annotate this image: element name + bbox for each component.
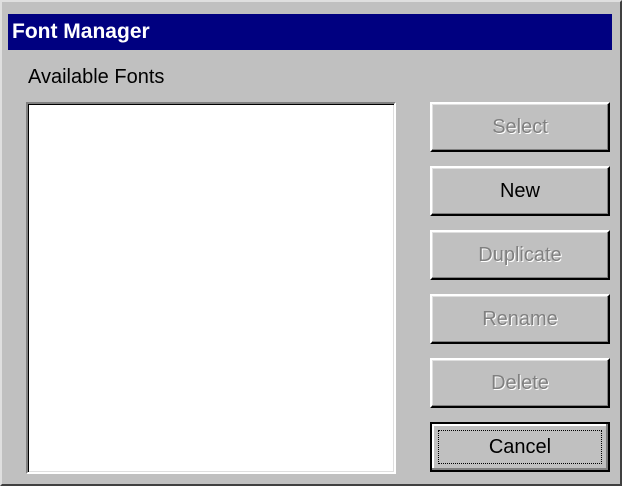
cancel-button[interactable]: Cancel [430,422,610,472]
new-button[interactable]: New [430,166,610,216]
available-fonts-list[interactable] [26,102,396,474]
cancel-button-label: Cancel [438,430,602,464]
title-bar: Font Manager [8,14,612,50]
select-button[interactable]: Select [430,102,610,152]
delete-button[interactable]: Delete [430,358,610,408]
font-manager-dialog: Font Manager Available Fonts Select New … [0,0,622,486]
available-fonts-label: Available Fonts [28,66,165,88]
duplicate-button[interactable]: Duplicate [430,230,610,280]
rename-button[interactable]: Rename [430,294,610,344]
window-title: Font Manager [12,20,150,43]
